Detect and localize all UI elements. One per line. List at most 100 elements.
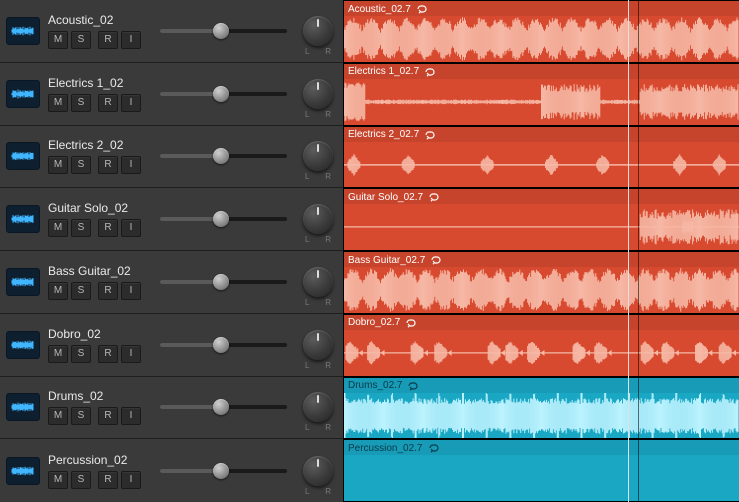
track-button-row: MSRI (48, 471, 148, 489)
mute-button[interactable]: M (48, 219, 68, 237)
region-name-label: Electrics 2_02.7 (348, 129, 419, 140)
audio-region[interactable]: Percussion_02.7 (343, 439, 739, 502)
solo-button[interactable]: S (71, 31, 91, 49)
region-header: Percussion_02.7 (344, 440, 739, 455)
input-monitor-button[interactable]: I (121, 31, 141, 49)
volume-fader[interactable] (156, 405, 291, 409)
pan-knob[interactable]: LR (303, 330, 333, 360)
audio-region[interactable]: Drums_02.7 (343, 377, 739, 440)
audio-region[interactable]: Bass Guitar_02.7 (343, 251, 739, 314)
mute-button[interactable]: M (48, 282, 68, 300)
waveform (344, 393, 739, 439)
fader-thumb[interactable] (213, 274, 229, 290)
input-monitor-button[interactable]: I (121, 282, 141, 300)
track-header[interactable]: Guitar Solo_02MSRILR (0, 188, 343, 251)
fader-thumb[interactable] (213, 148, 229, 164)
mute-button[interactable]: M (48, 471, 68, 489)
fader-thumb[interactable] (213, 211, 229, 227)
mute-button[interactable]: M (48, 31, 68, 49)
track-name-label: Drums_02 (48, 389, 148, 403)
record-enable-button[interactable]: R (98, 345, 118, 363)
solo-button[interactable]: S (71, 94, 91, 112)
audio-region[interactable]: Acoustic_02.7 (343, 0, 739, 63)
pan-labels: LR (303, 487, 333, 496)
audio-region[interactable]: Dobro_02.7 (343, 314, 739, 377)
mute-button[interactable]: M (48, 156, 68, 174)
record-enable-button[interactable]: R (98, 31, 118, 49)
audio-track-icon (6, 17, 40, 45)
pan-labels: LR (303, 423, 333, 432)
pan-knob[interactable]: LR (303, 204, 333, 234)
mute-button[interactable]: M (48, 94, 68, 112)
fader-thumb[interactable] (213, 86, 229, 102)
waveform (344, 330, 739, 376)
pan-knob[interactable]: LR (303, 456, 333, 486)
volume-fader[interactable] (156, 280, 291, 284)
audio-track-icon (6, 393, 40, 421)
solo-button[interactable]: S (71, 219, 91, 237)
fader-thumb[interactable] (213, 463, 229, 479)
solo-button[interactable]: S (71, 156, 91, 174)
fader-thumb[interactable] (213, 337, 229, 353)
fader-thumb[interactable] (213, 399, 229, 415)
pan-labels: LR (303, 47, 333, 56)
audio-region[interactable]: Electrics 1_02.7 (343, 63, 739, 126)
input-monitor-button[interactable]: I (121, 407, 141, 425)
pan-knob[interactable]: LR (303, 141, 333, 171)
volume-fader[interactable] (156, 154, 291, 158)
record-enable-button[interactable]: R (98, 407, 118, 425)
audio-region[interactable]: Electrics 2_02.7 (343, 126, 739, 189)
fader-thumb[interactable] (213, 23, 229, 39)
track-button-row: MSRI (48, 345, 148, 363)
volume-fader[interactable] (156, 469, 291, 473)
region-header: Electrics 1_02.7 (344, 64, 739, 79)
input-monitor-button[interactable]: I (121, 156, 141, 174)
volume-fader[interactable] (156, 29, 291, 33)
solo-button[interactable]: S (71, 407, 91, 425)
input-monitor-button[interactable]: I (121, 219, 141, 237)
track-header[interactable]: Electrics 2_02MSRILR (0, 126, 343, 189)
loop-icon (404, 318, 418, 328)
pan-knob[interactable]: LR (303, 392, 333, 422)
record-enable-button[interactable]: R (98, 156, 118, 174)
solo-button[interactable]: S (71, 345, 91, 363)
volume-fader[interactable] (156, 343, 291, 347)
input-monitor-button[interactable]: I (121, 94, 141, 112)
region-name-label: Percussion_02.7 (348, 443, 423, 454)
waveform (344, 455, 739, 501)
input-monitor-button[interactable]: I (121, 345, 141, 363)
track-info: Dobro_02MSRI (48, 327, 148, 363)
volume-fader[interactable] (156, 217, 291, 221)
track-header[interactable]: Bass Guitar_02MSRILR (0, 251, 343, 314)
track-header[interactable]: Dobro_02MSRI LR (0, 314, 343, 377)
track-header[interactable]: Electrics 1_02 MSRI LR (0, 63, 343, 126)
track-name-label: Acoustic_02 (48, 13, 148, 27)
track-header[interactable]: Acoustic_02 MSRI LR (0, 0, 343, 63)
loop-icon (427, 443, 441, 453)
pan-knob[interactable]: LR (303, 267, 333, 297)
region-header: Guitar Solo_02.7 (344, 189, 739, 204)
record-enable-button[interactable]: R (98, 94, 118, 112)
track-info: Drums_02 MSRI (48, 389, 148, 425)
track-header[interactable]: Drums_02 MSRI LR (0, 377, 343, 440)
record-enable-button[interactable]: R (98, 471, 118, 489)
region-name-label: Acoustic_02.7 (348, 4, 411, 15)
audio-track-icon (6, 268, 40, 296)
track-info: Percussion_02 MSRI (48, 453, 148, 489)
track-name-label: Percussion_02 (48, 453, 148, 467)
input-monitor-button[interactable]: I (121, 471, 141, 489)
audio-region[interactable]: Guitar Solo_02.7 (343, 188, 739, 251)
mute-button[interactable]: M (48, 407, 68, 425)
solo-button[interactable]: S (71, 471, 91, 489)
mute-button[interactable]: M (48, 345, 68, 363)
solo-button[interactable]: S (71, 282, 91, 300)
record-enable-button[interactable]: R (98, 219, 118, 237)
daw-window: Acoustic_02MSRILRElectrics 1_02MSRILREle… (0, 0, 739, 502)
track-name-label: Electrics 1_02 (48, 76, 148, 90)
volume-fader[interactable] (156, 92, 291, 96)
pan-knob[interactable]: LR (303, 79, 333, 109)
arrange-area[interactable]: Acoustic_02.7 Electrics 1_02.7 Electrics 2… (343, 0, 739, 502)
pan-knob[interactable]: LR (303, 16, 333, 46)
record-enable-button[interactable]: R (98, 282, 118, 300)
track-header[interactable]: Percussion_02 MSRI LR (0, 439, 343, 502)
